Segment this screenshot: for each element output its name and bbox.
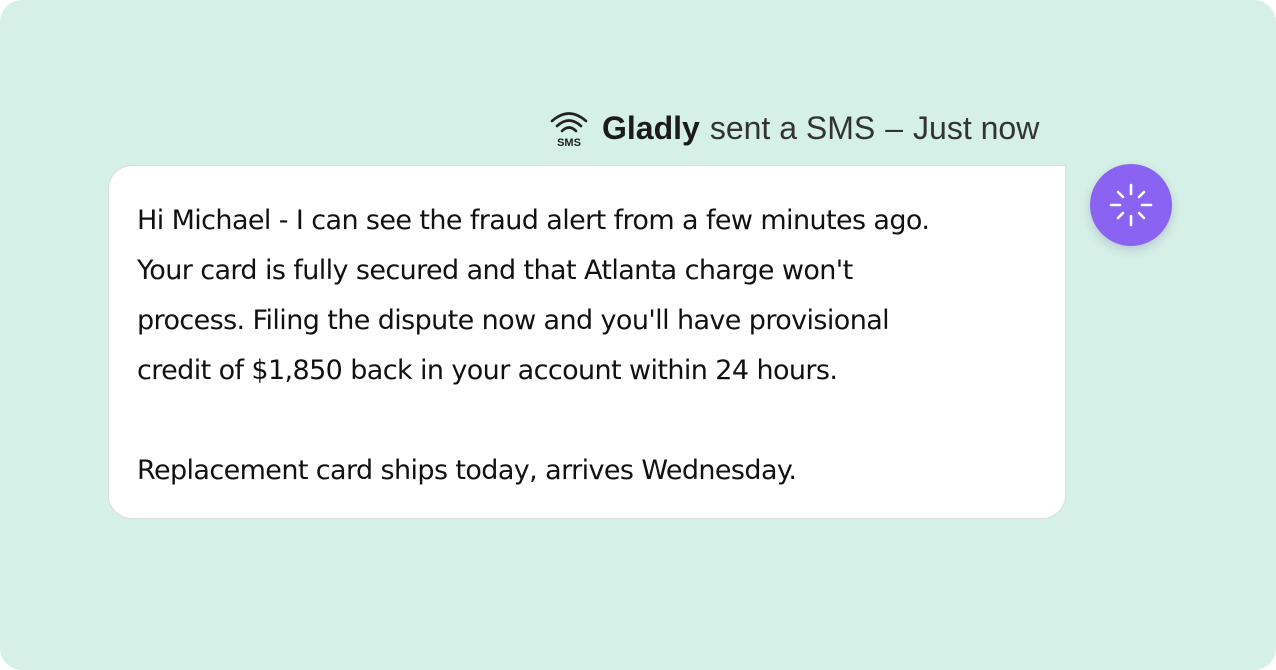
message-line: process. Filing the dispute now and you'… bbox=[137, 305, 890, 336]
message-header: SMS Gladly sent a SMS – Just now bbox=[548, 106, 1039, 150]
sparkle-icon bbox=[1109, 183, 1153, 227]
message-bubble: Hi Michael - I can see the fraud alert f… bbox=[108, 165, 1066, 519]
conversation-canvas: SMS Gladly sent a SMS – Just now Hi Mich… bbox=[0, 0, 1276, 670]
svg-text:SMS: SMS bbox=[557, 137, 581, 148]
sender-name: Gladly bbox=[602, 109, 700, 146]
sms-signal-icon: SMS bbox=[548, 108, 590, 148]
header-separator: – bbox=[885, 109, 904, 146]
message-closing-line: Replacement card ships today, arrives We… bbox=[137, 455, 797, 486]
message-line: Your card is fully secured and that Atla… bbox=[137, 255, 853, 286]
message-line: credit of $1,850 back in your account wi… bbox=[137, 355, 838, 386]
message-timestamp: Just now bbox=[913, 109, 1040, 146]
message-line: Hi Michael - I can see the fraud alert f… bbox=[137, 205, 930, 236]
agent-avatar[interactable] bbox=[1090, 164, 1172, 246]
message-action: sent a SMS bbox=[709, 109, 876, 146]
